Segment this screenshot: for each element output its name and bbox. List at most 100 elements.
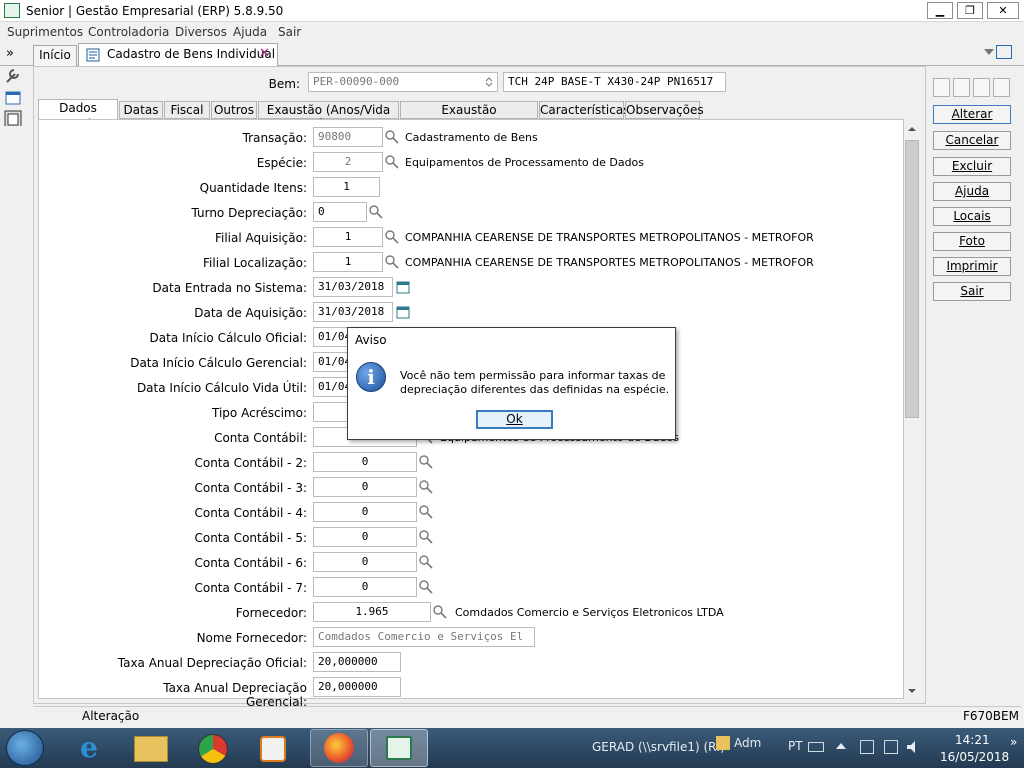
search-icon[interactable] <box>384 129 400 145</box>
nav-next-button[interactable] <box>973 78 990 97</box>
foto-button[interactable]: Foto <box>933 232 1011 251</box>
imprimir-button[interactable]: Imprimir <box>933 257 1011 276</box>
chrome-icon[interactable] <box>198 734 228 764</box>
menu-diversos[interactable]: Diversos <box>175 25 227 39</box>
filial-localizacao-input[interactable]: 1 <box>313 252 383 272</box>
menu-ajuda[interactable]: Ajuda <box>233 25 267 39</box>
tipo-acrescimo-label: Tipo Acréscimo: <box>212 406 307 420</box>
collapse-chevron-icon[interactable]: » <box>6 46 14 61</box>
menu-suprimentos[interactable]: Suprimentos <box>7 25 83 39</box>
subtab-dados-gerais[interactable]: Dados Gerais <box>38 99 118 131</box>
search-icon[interactable] <box>418 479 434 495</box>
window-icon[interactable] <box>4 90 22 106</box>
especie-input[interactable]: 2 <box>313 152 383 172</box>
search-icon[interactable] <box>432 604 448 620</box>
data-aquisicao-input[interactable]: 31/03/2018 <box>313 302 393 322</box>
explorer-icon[interactable] <box>134 736 168 762</box>
search-icon[interactable] <box>418 529 434 545</box>
subtab-outros[interactable]: Outros <box>211 101 257 119</box>
network-icon[interactable] <box>884 740 898 754</box>
tab-cadastro-bens[interactable]: Cadastro de Bens Individual ✕ <box>78 43 278 67</box>
quantidade-input[interactable]: 1 <box>313 177 380 197</box>
nav-last-button[interactable] <box>993 78 1010 97</box>
calendar-icon[interactable] <box>396 280 410 294</box>
media-player-icon[interactable] <box>260 736 286 762</box>
nome-fornecedor-input[interactable]: Comdados Comercio e Serviços El <box>313 627 535 647</box>
alterar-button[interactable]: Alterar <box>933 105 1011 124</box>
locais-button[interactable]: Locais <box>933 207 1011 226</box>
fornecedor-input[interactable]: 1.965 <box>313 602 431 622</box>
subtab-caracteristicas[interactable]: Características <box>539 101 629 119</box>
ok-button[interactable]: Ok <box>476 410 553 429</box>
scroll-up-icon[interactable] <box>908 126 916 132</box>
search-icon[interactable] <box>384 229 400 245</box>
conta-contabil-2-input[interactable]: 0 <box>313 452 417 472</box>
tab-close-icon[interactable]: ✕ <box>259 46 270 61</box>
window-title: Senior | Gestão Empresarial (ERP) 5.8.9.… <box>26 4 284 18</box>
vertical-scrollbar[interactable] <box>904 122 920 700</box>
start-button[interactable] <box>6 730 44 766</box>
keyboard-icon[interactable] <box>808 742 824 752</box>
taxa-oficial-input[interactable]: 20,000000 <box>313 652 401 672</box>
transacao-input[interactable]: 90800 <box>313 127 383 147</box>
aviso-dialog: Aviso i Você não tem permissão para info… <box>347 327 676 440</box>
clock-time[interactable]: 14:21 <box>955 733 990 747</box>
excluir-button[interactable]: Excluir <box>933 157 1011 176</box>
minimize-button[interactable]: ▁ <box>927 2 953 19</box>
action-center-icon[interactable] <box>860 740 874 754</box>
conta-contabil-3-input[interactable]: 0 <box>313 477 417 497</box>
subtab-observacoes[interactable]: Observações <box>625 101 704 119</box>
firefox-task-button[interactable] <box>310 729 368 767</box>
search-icon[interactable] <box>418 454 434 470</box>
nav-first-button[interactable] <box>933 78 950 97</box>
conta-contabil-7-label: Conta Contábil - 7: <box>194 581 307 595</box>
scroll-thumb[interactable] <box>905 140 919 418</box>
dropdown-icon[interactable] <box>983 48 995 56</box>
document-icon[interactable] <box>4 110 22 126</box>
filial-aquisicao-input[interactable]: 1 <box>313 227 383 247</box>
bem-label: Bem: <box>268 77 300 91</box>
menu-controladoria[interactable]: Controladoria <box>88 25 169 39</box>
ajuda-button[interactable]: Ajuda <box>933 182 1011 201</box>
ie-icon[interactable]: e <box>66 731 112 765</box>
tab-inicio[interactable]: Início <box>33 45 77 66</box>
taxa-gerencial-input[interactable]: 20,000000 <box>313 677 401 697</box>
cancelar-button[interactable]: Cancelar <box>933 131 1011 150</box>
conta-contabil-4-input[interactable]: 0 <box>313 502 417 522</box>
search-icon[interactable] <box>368 204 384 220</box>
scroll-down-icon[interactable] <box>908 688 916 694</box>
data-calc-oficial-label: Data Início Cálculo Oficial: <box>149 331 307 345</box>
search-icon[interactable] <box>418 554 434 570</box>
search-icon[interactable] <box>418 579 434 595</box>
conta-contabil-5-input[interactable]: 0 <box>313 527 417 547</box>
maximize-panel-icon[interactable] <box>996 45 1012 59</box>
taskbar-network-drive[interactable]: GERAD (\\srvfile1) (R:) <box>592 740 725 754</box>
close-button[interactable]: ✕ <box>987 2 1019 19</box>
menu-sair[interactable]: Sair <box>278 25 301 39</box>
taskbar-more-chevron[interactable]: » <box>1010 735 1017 749</box>
dialog-message-line2: depreciação diferentes das definidas na … <box>400 383 670 396</box>
tray-expand-icon[interactable] <box>836 742 846 750</box>
conta-contabil-6-input[interactable]: 0 <box>313 552 417 572</box>
clock-date[interactable]: 16/05/2018 <box>940 750 1009 764</box>
search-icon[interactable] <box>384 154 400 170</box>
search-icon[interactable] <box>384 254 400 270</box>
data-entrada-input[interactable]: 31/03/2018 <box>313 277 393 297</box>
search-icon[interactable] <box>418 504 434 520</box>
wrench-icon[interactable] <box>4 68 22 84</box>
volume-icon[interactable] <box>906 740 922 754</box>
subtab-datas[interactable]: Datas <box>119 101 163 119</box>
nav-prev-button[interactable] <box>953 78 970 97</box>
bem-select[interactable]: PER-00090-000 <box>308 72 498 92</box>
subtab-fiscal[interactable]: Fiscal <box>164 101 210 119</box>
language-indicator[interactable]: PT <box>788 739 803 753</box>
senior-task-button[interactable] <box>370 729 428 767</box>
calendar-icon[interactable] <box>396 305 410 319</box>
sair-button[interactable]: Sair <box>933 282 1011 301</box>
conta-contabil-7-input[interactable]: 0 <box>313 577 417 597</box>
taskbar-folder[interactable]: Adm <box>734 736 761 750</box>
restore-button[interactable]: ❐ <box>957 2 983 19</box>
turno-input[interactable]: 0 <box>313 202 367 222</box>
subtab-exaustao-competencias[interactable]: Exaustão (Competências) <box>400 101 538 133</box>
subtab-exaustao-anos[interactable]: Exaustão (Anos/Vida Útil) <box>258 101 399 133</box>
